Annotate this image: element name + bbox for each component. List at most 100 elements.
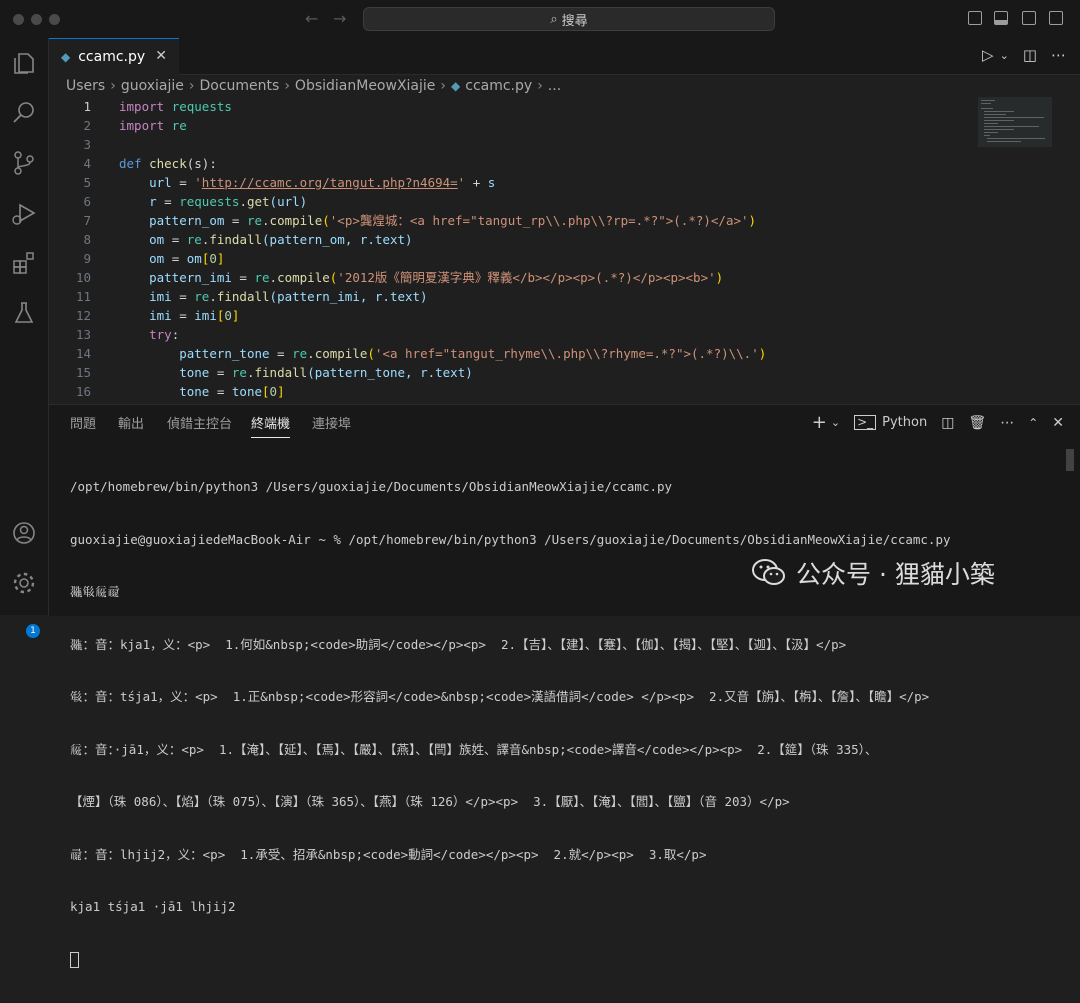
new-terminal-icon[interactable]: +	[812, 412, 827, 433]
window-zoom-dot[interactable]	[49, 14, 60, 25]
title-bar: ← → ⌕ 搜尋	[0, 0, 1080, 39]
forward-arrow-icon[interactable]: →	[333, 9, 346, 28]
terminal-line: 【煙】（珠 086）、【焰】（珠 075）、【演】（珠 365）、【燕】（珠 1…	[70, 794, 790, 809]
terminal-scrollbar[interactable]	[1066, 449, 1074, 471]
trash-icon[interactable]: 🗑	[968, 415, 986, 431]
toggle-panel-icon[interactable]	[994, 11, 1008, 25]
close-panel-icon[interactable]: ✕	[1052, 415, 1064, 431]
terminal-line: 𗏁：音：·jā1，义：<p> 1.【淹】、【延】、【焉】、【嚴】、【燕】、【閆】…	[70, 741, 878, 757]
toggle-secondary-sidebar-icon[interactable]	[1022, 11, 1036, 25]
breadcrumb: Users › guoxiajie › Documents › ObsidianMeowXi…	[66, 78, 561, 94]
maximize-panel-icon[interactable]: ⌃	[1028, 416, 1038, 430]
code-line[interactable]: try:	[119, 325, 179, 344]
tab-output[interactable]: 輸出	[118, 413, 144, 432]
code-line[interactable]: pattern_tone = re.compile('<a href="tang…	[119, 344, 766, 363]
line-number: 2	[83, 118, 91, 133]
run-and-debug-icon[interactable]	[10, 200, 38, 228]
testing-flask-icon[interactable]	[10, 300, 38, 328]
watermark: 公众号 · 狸貓小築	[752, 555, 995, 591]
terminal-cursor	[70, 952, 79, 968]
breadcrumb-item[interactable]: Documents	[199, 78, 279, 94]
terminal-line: 𗕣：音：lhjij2，义：<p> 1.承受、招承&nbsp;<code>動詞</…	[70, 846, 707, 862]
command-center-search[interactable]: ⌕ 搜尋	[363, 7, 775, 31]
split-terminal-icon[interactable]: ◫	[941, 415, 954, 431]
chevron-right-icon: ›	[188, 78, 195, 94]
activity-bar: 1	[0, 38, 49, 638]
line-number: 15	[75, 365, 91, 380]
line-number: 13	[75, 327, 91, 342]
search-icon: ⌕	[550, 11, 558, 27]
python-file-icon: ◆	[61, 50, 71, 64]
python-file-icon: ◆	[451, 79, 461, 93]
back-arrow-icon[interactable]: ←	[305, 9, 318, 28]
line-number: 10	[75, 270, 91, 285]
chevron-right-icon: ›	[284, 78, 290, 94]
code-line[interactable]: def check(s):	[119, 154, 217, 173]
code-line[interactable]: om = om[0]	[119, 249, 224, 268]
code-line[interactable]: tone = tone[0]	[119, 382, 284, 401]
window-minimize-dot[interactable]	[31, 14, 42, 25]
search-sidebar-icon[interactable]	[10, 100, 38, 128]
editor-tab-bar: ◆ ccamc.py ✕ ▷ ⌄ ◫ ⋯	[49, 38, 1080, 75]
account-icon[interactable]	[10, 520, 38, 548]
chevron-right-icon: ›	[440, 78, 447, 94]
explorer-icon[interactable]	[10, 50, 38, 78]
line-number: 8	[83, 232, 91, 247]
window-close-dot[interactable]	[13, 14, 24, 25]
line-number: 5	[83, 175, 91, 190]
code-line[interactable]: import requests	[119, 97, 232, 116]
line-number: 3	[83, 137, 91, 152]
customize-layout-icon[interactable]	[1049, 11, 1063, 25]
settings-gear-icon[interactable]	[10, 570, 38, 598]
code-line[interactable]: url = 'http://ccamc.org/tangut.php?n4694…	[119, 173, 495, 192]
wechat-icon	[752, 559, 786, 587]
terminal-line: guoxiajie@guoxiajiedeMacBook-Air ~ % /op…	[70, 531, 951, 547]
terminal-line: 𗖵：音：kja1，义：<p> 1.何如&nbsp;<code>助詞</code>…	[70, 636, 847, 652]
code-line[interactable]: import re	[119, 116, 187, 135]
terminal-profile-label[interactable]: Python	[882, 415, 927, 430]
toggle-primary-sidebar-icon[interactable]	[968, 11, 982, 25]
close-icon[interactable]: ✕	[155, 48, 167, 64]
code-line[interactable]: pattern_imi = re.compile('2012版《簡明夏漢字典》釋…	[119, 268, 723, 287]
breadcrumb-item[interactable]: ...	[548, 78, 561, 94]
breadcrumb-item[interactable]: Users	[66, 78, 105, 94]
watermark-text: 公众号 · 狸貓小築	[796, 560, 995, 589]
breadcrumb-item[interactable]: guoxiajie	[121, 78, 184, 94]
line-number: 1	[83, 99, 91, 114]
breadcrumb-item[interactable]: ObsidianMeowXiajie	[295, 78, 435, 94]
chevron-down-icon[interactable]: ⌄	[831, 416, 840, 429]
chevron-right-icon: ›	[110, 78, 116, 94]
code-line[interactable]: tone = re.findall(pattern_tone, r.text)	[119, 363, 473, 382]
minimap[interactable]	[978, 97, 1052, 147]
terminal-line: 𘓐：音：tśja1，义：<p> 1.正&nbsp;<code>形容詞</code…	[70, 689, 930, 704]
tab-problems[interactable]: 問題	[70, 413, 96, 432]
run-python-file-icon[interactable]: ▷	[982, 46, 994, 66]
line-number: 6	[83, 194, 91, 209]
source-control-icon[interactable]	[10, 150, 38, 178]
tab-debug-console[interactable]: 偵錯主控台	[167, 413, 232, 432]
chevron-right-icon: ›	[537, 78, 543, 94]
code-line[interactable]: r = requests.get(url)	[119, 192, 307, 211]
code-line[interactable]: pattern_om = re.compile('<p>龔煌城：<a href=…	[119, 211, 756, 230]
line-number: 16	[75, 384, 91, 399]
terminal-output[interactable]: /opt/homebrew/bin/python3 /Users/guoxiaj…	[70, 443, 1070, 1003]
code-editor[interactable]: 1 import requests 2 import re 3 4 def check…	[49, 97, 979, 403]
more-actions-icon[interactable]: ⋯	[1051, 46, 1066, 66]
chevron-down-icon[interactable]: ⌄	[1000, 46, 1009, 66]
code-line[interactable]: imi = re.findall(pattern_imi, r.text)	[119, 287, 427, 306]
code-line[interactable]: imi = imi[0]	[119, 306, 239, 325]
line-number: 4	[83, 156, 91, 171]
tab-ports[interactable]: 連接埠	[312, 413, 351, 432]
search-label: 搜尋	[561, 13, 588, 29]
tab-ccamc-py[interactable]: ◆ ccamc.py ✕	[49, 38, 179, 75]
breadcrumb-item[interactable]: ccamc.py	[465, 78, 532, 94]
split-editor-icon[interactable]: ◫	[1023, 46, 1037, 66]
tab-terminal[interactable]: 終端機	[251, 413, 291, 438]
code-line[interactable]: om = re.findall(pattern_om, r.text)	[119, 230, 412, 249]
tab-label: ccamc.py	[78, 49, 146, 65]
terminal-prompt[interactable]	[70, 951, 1070, 968]
terminal-line: /opt/homebrew/bin/python3 /Users/guoxiaj…	[70, 479, 673, 494]
extensions-icon[interactable]	[10, 250, 38, 278]
terminal-icon[interactable]: >_	[854, 415, 877, 430]
more-actions-icon[interactable]: ⋯	[1000, 415, 1014, 431]
